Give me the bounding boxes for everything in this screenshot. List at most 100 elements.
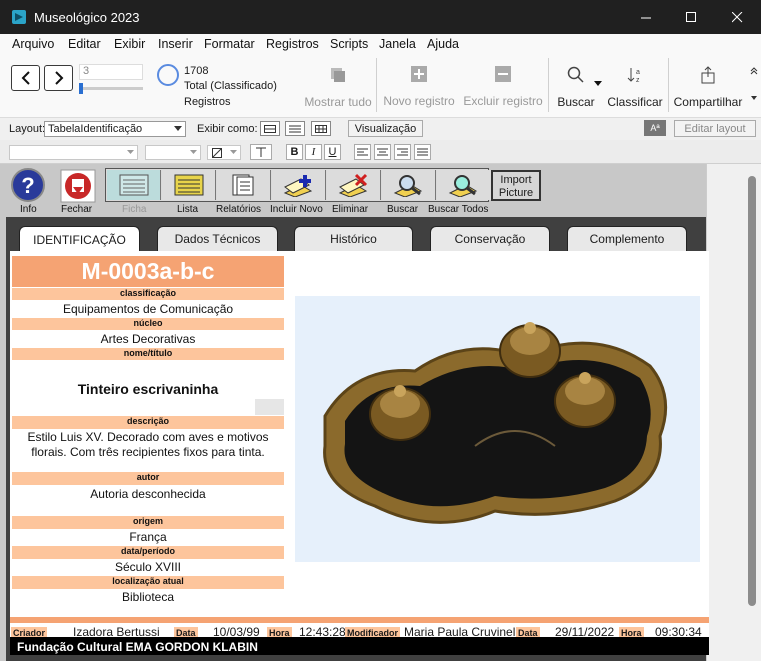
record-slider[interactable]	[79, 87, 143, 90]
autor-label: autor	[12, 472, 284, 485]
toolbar-separator	[548, 58, 549, 112]
svg-text:a: a	[636, 69, 640, 76]
import-picture-button[interactable]: Import Picture	[491, 170, 541, 201]
tab-identificacao[interactable]: IDENTIFICAÇÃO	[19, 226, 140, 252]
minimize-button[interactable]	[623, 0, 669, 34]
menu-exibir[interactable]: Exibir	[114, 37, 145, 51]
bold-button[interactable]: B	[286, 144, 303, 160]
autor-field[interactable]: Autoria desconhecida	[12, 487, 284, 501]
info-icon: ?	[11, 168, 45, 202]
tab-dados-tecnicos[interactable]: Dados Técnicos	[157, 226, 278, 251]
italic-button[interactable]: I	[305, 144, 322, 160]
buscar-button[interactable]	[382, 170, 436, 200]
previous-record-button[interactable]	[11, 65, 40, 91]
align-center-button[interactable]	[374, 144, 391, 160]
menu-editar[interactable]: Editar	[68, 37, 101, 51]
origem-field[interactable]: França	[12, 530, 284, 544]
align-right-button[interactable]	[394, 144, 411, 160]
localizacao-field[interactable]: Biblioteca	[12, 590, 284, 604]
layout-bar: Layout: TabelaIdentificação Exibir como:…	[0, 118, 761, 140]
share-icon	[701, 66, 715, 84]
sort-button[interactable]: az Classificar	[605, 66, 665, 109]
align-left-button[interactable]	[354, 144, 371, 160]
nome-field[interactable]: Tinteiro escrivaninha	[12, 381, 284, 397]
view-table-button[interactable]	[311, 121, 331, 136]
caret-down-icon[interactable]	[594, 81, 602, 86]
font-size-select[interactable]	[145, 145, 201, 160]
tab-complemento[interactable]: Complemento	[567, 226, 687, 251]
show-all-label: Mostrar tudo	[304, 95, 372, 109]
origem-label: origem	[12, 516, 284, 529]
relatorios-button[interactable]	[217, 170, 271, 200]
scrollbar-thumb[interactable]	[748, 176, 756, 606]
nucleo-field[interactable]: Artes Decorativas	[12, 332, 284, 346]
close-window-button[interactable]	[714, 0, 760, 34]
eliminar-button[interactable]	[327, 170, 381, 200]
sort-label: Classificar	[607, 95, 663, 109]
delete-record-label: Excluir registro	[463, 94, 543, 108]
sort-icon: az	[627, 68, 640, 84]
ficha-button[interactable]	[107, 170, 161, 200]
menu-registros[interactable]: Registros	[266, 37, 319, 51]
text-style-button[interactable]	[250, 144, 272, 160]
descricao-field[interactable]: Estilo Luis XV. Decorado com aves e moti…	[12, 430, 284, 460]
justify-button[interactable]	[414, 144, 431, 160]
format-toggle-button[interactable]: Aª	[644, 120, 666, 136]
tab-conservacao[interactable]: Conservação	[430, 226, 550, 251]
text-color-select[interactable]	[207, 145, 241, 160]
toolbar-overflow-icon[interactable]	[750, 66, 758, 106]
menu-scripts[interactable]: Scripts	[330, 37, 368, 51]
info-button[interactable]: ?	[10, 168, 48, 204]
menu-formatar[interactable]: Formatar	[204, 37, 255, 51]
view-form-button[interactable]	[260, 121, 280, 136]
tab-historico[interactable]: Histórico	[294, 226, 413, 251]
edit-layout-button[interactable]: Editar layout	[674, 120, 756, 137]
new-record-button[interactable]: Novo registro	[381, 66, 457, 108]
incluir-button[interactable]	[272, 170, 326, 200]
data-periodo-field[interactable]: Século XVIII	[12, 560, 284, 574]
record-slider-handle[interactable]	[79, 83, 83, 94]
record-id[interactable]: M-0003a-b-c	[12, 256, 284, 287]
text-color-icon	[212, 148, 222, 158]
caret-down-icon	[127, 150, 134, 154]
object-photo[interactable]	[295, 296, 700, 562]
delete-record-button[interactable]: Excluir registro	[463, 66, 543, 108]
font-select[interactable]	[9, 145, 138, 160]
show-all-icon	[331, 68, 345, 82]
menu-inserir[interactable]: Inserir	[158, 37, 193, 51]
view-as-label: Exibir como:	[197, 123, 258, 135]
view-nav-group	[105, 168, 491, 202]
form-view-icon	[264, 124, 276, 133]
lista-button[interactable]	[162, 170, 216, 200]
records-label: Registros	[184, 96, 231, 108]
title-bar: Museológico 2023	[0, 0, 761, 34]
table-view-icon	[315, 124, 327, 133]
classificacao-field[interactable]: Equipamentos de Comunicação	[12, 302, 284, 316]
record-number-field[interactable]: 3	[79, 64, 143, 80]
next-record-button[interactable]	[44, 65, 73, 91]
underline-button[interactable]: U	[324, 144, 341, 160]
maximize-icon	[685, 11, 696, 22]
buscar-label: Buscar	[387, 204, 419, 215]
menu-janela[interactable]: Janela	[379, 37, 416, 51]
share-button[interactable]: Compartilhar	[671, 66, 745, 109]
close-label: Fechar	[61, 204, 93, 215]
caret-down-icon	[230, 150, 237, 154]
preview-button[interactable]: Visualização	[348, 120, 423, 137]
toolbar-separator	[668, 58, 669, 112]
buscar-todos-button[interactable]	[437, 170, 491, 200]
audit-footer: Criador Izadora Bertussi Data 10/03/99 H…	[10, 617, 709, 640]
classificacao-label: classificação	[12, 288, 284, 300]
layout-select[interactable]: TabelaIdentificação	[44, 121, 186, 137]
menu-ajuda[interactable]: Ajuda	[427, 37, 459, 51]
menu-arquivo[interactable]: Arquivo	[12, 37, 54, 51]
maximize-button[interactable]	[668, 0, 714, 34]
caret-down-icon	[190, 150, 197, 154]
close-record-button[interactable]	[59, 168, 97, 204]
incluir-label: Incluir Novo	[270, 204, 323, 215]
show-all-button[interactable]: Mostrar tudo	[302, 66, 374, 109]
find-button[interactable]: Buscar	[553, 66, 599, 109]
search-icon	[567, 66, 584, 83]
view-list-button[interactable]	[285, 121, 305, 136]
scroll-gutter	[706, 164, 732, 661]
